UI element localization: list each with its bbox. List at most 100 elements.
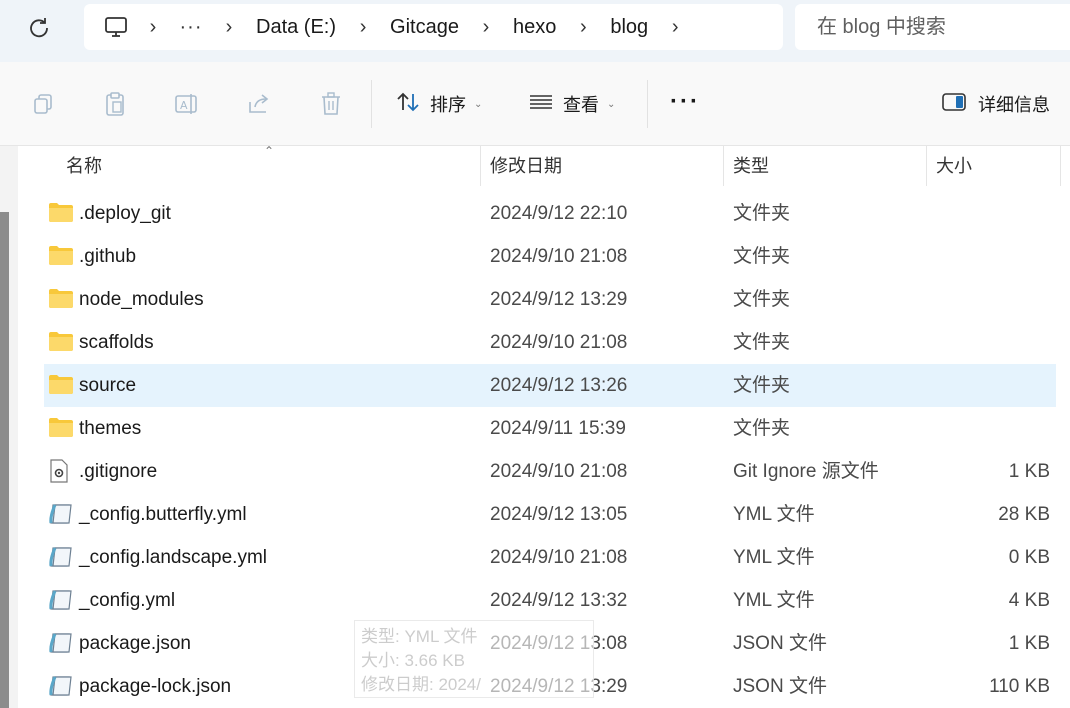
column-header-type[interactable]: 类型 — [733, 146, 769, 186]
breadcrumb-blog[interactable]: blog — [606, 16, 652, 39]
share-icon[interactable] — [245, 90, 273, 118]
file-row[interactable]: source 2024/9/12 13:26 文件夹 — [44, 364, 1056, 407]
copy-icon[interactable] — [29, 90, 57, 118]
breadcrumb-separator[interactable]: › — [463, 16, 509, 39]
file-type: 文件夹 — [733, 246, 791, 267]
text-file-icon — [48, 631, 74, 655]
rename-icon[interactable]: A — [173, 90, 201, 118]
tooltip-modified: 修改日期: 2024/ — [361, 675, 481, 694]
file-name: _config.landscape.yml — [79, 547, 267, 568]
file-row[interactable]: .gitignore 2024/9/10 21:08 Git Ignore 源文件 1… — [44, 450, 1056, 493]
file-row[interactable]: themes 2024/9/11 15:39 文件夹 — [44, 407, 1056, 450]
file-type: 文件夹 — [733, 203, 791, 224]
file-row[interactable]: .deploy_git 2024/9/12 22:10 文件夹 — [44, 192, 1056, 235]
file-name: package-lock.json — [79, 676, 232, 697]
paste-icon[interactable] — [101, 90, 129, 118]
folder-icon — [48, 330, 74, 354]
search-input[interactable]: 在 blog 中搜索 — [795, 4, 1070, 50]
file-size: 1 KB — [1008, 633, 1050, 654]
toolbar-divider — [371, 80, 372, 128]
text-file-icon — [48, 502, 74, 526]
file-size: 28 KB — [998, 504, 1050, 525]
breadcrumb-data-drive[interactable]: Data (E:) — [252, 16, 340, 39]
navigation-pane — [0, 146, 18, 708]
file-name: node_modules — [79, 289, 204, 310]
refresh-icon[interactable] — [24, 13, 54, 43]
text-file-icon — [48, 588, 74, 612]
file-name: .deploy_git — [79, 203, 171, 224]
breadcrumb-hexo[interactable]: hexo — [509, 16, 560, 39]
file-name: _config.butterfly.yml — [79, 504, 247, 525]
file-modified: 2024/9/12 13:26 — [490, 375, 628, 396]
file-modified: 2024/9/12 13:29 — [490, 289, 628, 310]
sort-button[interactable]: 排序 ⌄ — [396, 86, 482, 122]
file-size: 4 KB — [1008, 590, 1050, 611]
column-divider[interactable] — [480, 146, 481, 186]
column-header: ⌃ 名称 修改日期 类型 大小 — [18, 144, 1070, 186]
file-modified: 2024/9/10 21:08 — [490, 332, 628, 353]
folder-icon — [48, 201, 74, 225]
file-name: _config.yml — [79, 590, 176, 611]
view-list-icon — [529, 93, 553, 116]
text-file-icon — [48, 674, 74, 698]
file-type: 文件夹 — [733, 332, 791, 353]
file-type: 文件夹 — [733, 418, 791, 439]
file-row[interactable]: node_modules 2024/9/12 13:29 文件夹 — [44, 278, 1056, 321]
chevron-down-icon: ⌄ — [607, 98, 616, 110]
column-divider[interactable] — [1060, 146, 1061, 186]
folder-icon — [48, 287, 74, 311]
file-type: YML 文件 — [733, 590, 815, 611]
more-options-button[interactable]: ··· — [670, 90, 700, 114]
sort-ascending-icon: ⌃ — [264, 144, 275, 158]
folder-icon — [48, 244, 74, 268]
file-type: JSON 文件 — [733, 676, 827, 697]
breadcrumb-separator[interactable]: › — [206, 16, 252, 39]
breadcrumb-separator[interactable]: › — [130, 16, 176, 39]
text-file-icon — [48, 545, 74, 569]
sort-label: 排序 — [430, 95, 466, 115]
file-modified: 2024/9/10 21:08 — [490, 461, 628, 482]
breadcrumb-gitcage[interactable]: Gitcage — [386, 16, 463, 39]
file-name: themes — [79, 418, 142, 439]
details-pane-icon — [942, 92, 966, 117]
navigation-scrollbar[interactable] — [0, 212, 9, 708]
file-row[interactable]: _config.landscape.yml 2024/9/10 21:08 YML … — [44, 536, 1056, 579]
column-header-size[interactable]: 大小 — [936, 146, 972, 186]
file-row[interactable]: .github 2024/9/10 21:08 文件夹 — [44, 235, 1056, 278]
view-button[interactable]: 查看 ⌄ — [529, 86, 615, 122]
file-row[interactable]: scaffolds 2024/9/10 21:08 文件夹 — [44, 321, 1056, 364]
sort-icon — [396, 91, 420, 118]
tooltip-size: 大小: 3.66 KB — [361, 651, 465, 670]
file-type: JSON 文件 — [733, 633, 827, 654]
command-bar: A 排序 ⌄ 查看 ⌄ ··· 详细信息 — [0, 62, 1070, 146]
breadcrumb-separator[interactable]: › — [560, 16, 606, 39]
column-header-modified[interactable]: 修改日期 — [490, 146, 562, 186]
file-size: 1 KB — [1008, 461, 1050, 482]
file-name: .github — [79, 246, 137, 267]
breadcrumb[interactable]: › ··· › Data (E:) › Gitcage › hexo › blo… — [84, 4, 783, 50]
delete-icon[interactable] — [317, 90, 345, 118]
file-modified: 2024/9/10 21:08 — [490, 547, 628, 568]
file-name: package.json — [79, 633, 191, 654]
this-pc-icon[interactable] — [102, 13, 130, 41]
file-modified: 2024/9/12 13:32 — [490, 590, 628, 611]
file-row[interactable]: _config.butterfly.yml 2024/9/12 13:05 YML … — [44, 493, 1056, 536]
details-pane-button[interactable]: 详细信息 — [942, 86, 1050, 122]
file-row[interactable]: _config.yml 2024/9/12 13:32 YML 文件 4 KB — [44, 579, 1056, 622]
breadcrumb-overflow-button[interactable]: ··· — [176, 16, 206, 39]
column-header-name[interactable]: 名称 — [66, 146, 102, 186]
column-divider[interactable] — [723, 146, 724, 186]
svg-text:A: A — [180, 99, 188, 112]
file-size: 110 KB — [989, 676, 1050, 697]
breadcrumb-separator[interactable]: › — [652, 16, 698, 39]
folder-icon — [48, 373, 74, 397]
file-type: 文件夹 — [733, 289, 791, 310]
file-modified: 2024/9/12 13:05 — [490, 504, 628, 525]
folder-icon — [48, 416, 74, 440]
file-type: 文件夹 — [733, 375, 791, 396]
file-modified: 2024/9/10 21:08 — [490, 246, 628, 267]
file-name: .gitignore — [79, 461, 158, 482]
breadcrumb-separator[interactable]: › — [340, 16, 386, 39]
column-divider[interactable] — [926, 146, 927, 186]
details-pane-label: 详细信息 — [978, 95, 1050, 115]
